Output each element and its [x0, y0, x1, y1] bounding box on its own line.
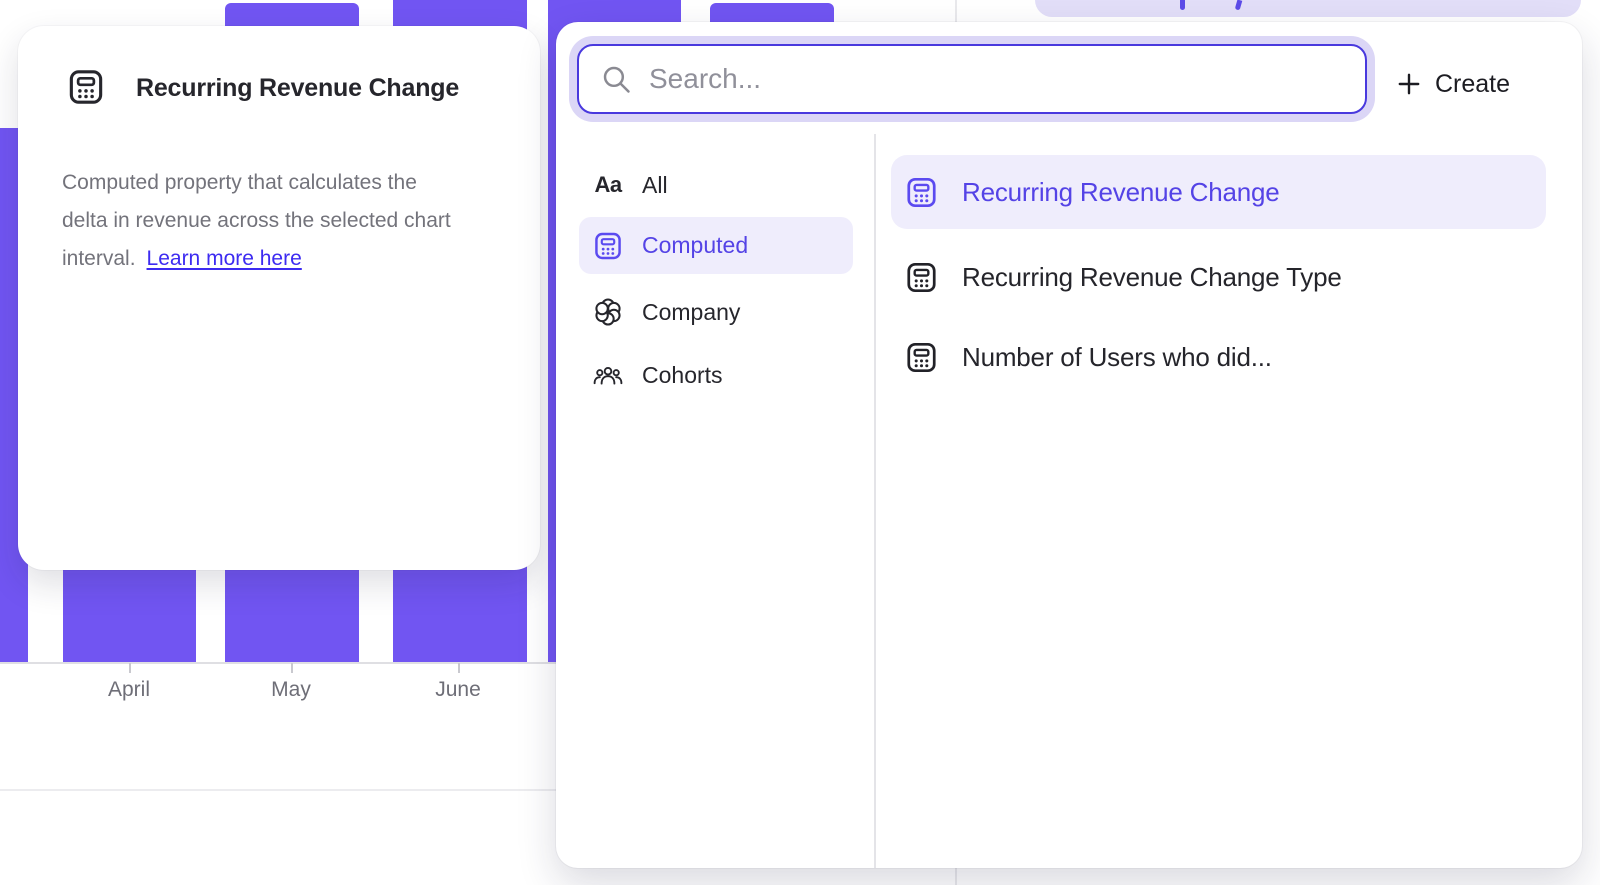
- calculator-icon: [905, 176, 938, 209]
- search-box[interactable]: [577, 44, 1367, 114]
- result-recurring-revenue-change[interactable]: Recurring Revenue Change: [891, 155, 1546, 229]
- property-tooltip-card: Recurring Revenue Change Computed proper…: [18, 26, 540, 570]
- calculator-icon: [67, 68, 105, 106]
- modal-divider: [874, 134, 876, 868]
- cropped-property-chip[interactable]: [1035, 0, 1581, 17]
- result-label: Number of Users who did...: [962, 342, 1272, 373]
- x-axis-label: May: [271, 678, 311, 702]
- category-company[interactable]: Company: [579, 290, 853, 334]
- search-icon: [601, 64, 632, 95]
- tooltip-description: Computed property that calculates the de…: [62, 164, 522, 278]
- description-line-end: interval.: [62, 247, 136, 270]
- category-label: Computed: [642, 232, 748, 259]
- category-label: All: [642, 172, 668, 199]
- calculator-icon: [593, 231, 623, 261]
- category-computed[interactable]: Computed: [579, 217, 853, 274]
- create-button-label: Create: [1435, 70, 1510, 99]
- search-input[interactable]: [647, 62, 1365, 96]
- app-canvas: April May June Recurring Revenue Change Co…: [0, 0, 1600, 885]
- x-axis-label: June: [435, 678, 481, 702]
- x-axis-label: April: [108, 678, 150, 702]
- result-number-of-users[interactable]: Number of Users who did...: [891, 320, 1546, 394]
- category-label: Cohorts: [642, 362, 723, 389]
- calculator-icon: [905, 341, 938, 374]
- result-label: Recurring Revenue Change Type: [962, 262, 1342, 293]
- category-cohorts[interactable]: Cohorts: [579, 353, 853, 397]
- x-axis-tick: [458, 663, 460, 673]
- text-aa-icon: Aa: [593, 170, 623, 200]
- cropped-text-glyph: [1180, 0, 1185, 10]
- x-axis-tick: [291, 663, 293, 673]
- description-line: interval. Learn more here: [62, 240, 522, 278]
- create-button[interactable]: Create: [1396, 58, 1510, 110]
- result-recurring-revenue-change-type[interactable]: Recurring Revenue Change Type: [891, 240, 1546, 314]
- learn-more-link[interactable]: Learn more here: [147, 247, 302, 270]
- calculator-icon: [905, 261, 938, 294]
- company-cluster-icon: [593, 297, 623, 327]
- result-label: Recurring Revenue Change: [962, 177, 1280, 208]
- cropped-text-glyph: [1235, 0, 1243, 10]
- category-label: Company: [642, 299, 740, 326]
- property-picker-modal: Create Aa All Computed Company Cohorts R…: [556, 22, 1582, 868]
- cohorts-people-icon: [593, 360, 623, 390]
- description-line: Computed property that calculates the: [62, 164, 522, 202]
- x-axis-tick: [129, 663, 131, 673]
- plus-icon: [1396, 71, 1422, 97]
- description-line: delta in revenue across the selected cha…: [62, 202, 522, 240]
- tooltip-title: Recurring Revenue Change: [136, 74, 459, 103]
- category-all[interactable]: Aa All: [579, 163, 853, 207]
